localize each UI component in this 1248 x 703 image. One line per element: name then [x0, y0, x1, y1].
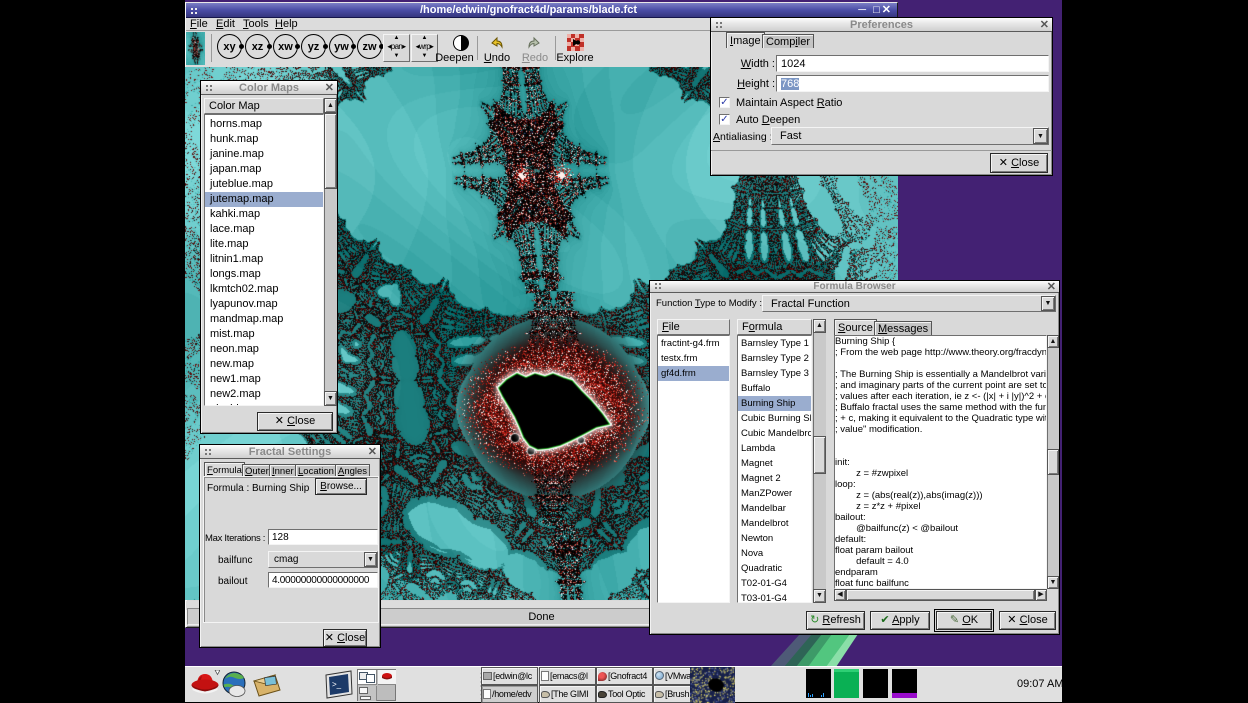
svg-text:>_: >_ [332, 680, 342, 689]
